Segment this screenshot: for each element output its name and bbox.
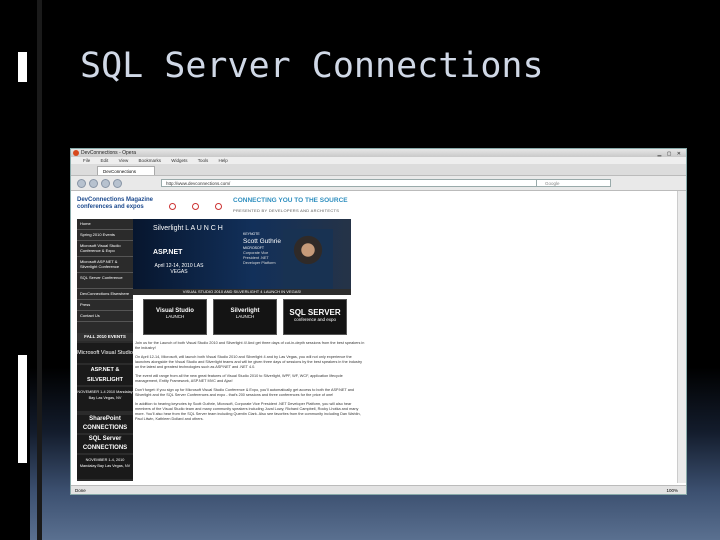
site-logo[interactable]: DevConnections Magazine conferences and …	[77, 197, 167, 211]
hero-caption: VISUAL STUDIO 2010 AND SILVERLIGHT 4 LAU…	[133, 289, 351, 295]
aspnet-panel[interactable]: ASP.NET & SILVERLIGHT	[77, 365, 133, 385]
site-tagline: CONNECTING YOU TO THE SOURCE	[233, 197, 348, 204]
fall-events-heading: FALL 2010 EVENTS	[77, 333, 133, 341]
forward-icon[interactable]	[89, 179, 98, 188]
browser-statusbar: Done 100%	[71, 485, 686, 494]
hero-speaker-block: KEYNOTE Scott Guthrie MICROSOFT	[243, 231, 281, 252]
side-accent-bar	[18, 355, 27, 463]
opera-icon	[73, 150, 79, 156]
back-icon[interactable]	[77, 179, 86, 188]
nav-sql-conference[interactable]: SQL Server Conference	[77, 273, 133, 289]
logo-silverlight[interactable]: Silverlight LAUNCH	[213, 299, 277, 335]
article-paragraph: In addition to hearing keynotes by Scott…	[135, 402, 361, 421]
page-content: DevConnections Magazine conferences and …	[71, 191, 686, 483]
menu-edit[interactable]: Edit	[101, 158, 109, 163]
nav-home[interactable]: Home	[77, 219, 133, 230]
logo-sql-server[interactable]: SQL SERVER conference and expo	[283, 299, 347, 335]
vertical-scrollbar[interactable]	[677, 191, 686, 483]
event-logos: Visual Studio LAUNCH Silverlight LAUNCH SQ…	[143, 299, 347, 335]
article-body: Join us for the Launch of both Visual St…	[135, 341, 365, 426]
menu-view[interactable]: View	[119, 158, 129, 163]
hero-speaker-label: KEYNOTE	[243, 232, 260, 236]
speaker-photo	[283, 229, 333, 289]
nav-vs-conference[interactable]: Microsoft Visual Studio Conference & Exp…	[77, 241, 133, 257]
sql-date: NOVEMBER 1-4, 2010 Mandalay Bay Las Vega…	[77, 455, 133, 479]
hero-product-aspnet: ASP.NET	[153, 249, 183, 256]
site-subtagline: PRESENTED BY DEVELOPERS AND ARCHITECTS	[233, 208, 340, 213]
hero-date: April 12-14, 2010 LAS VEGAS	[154, 263, 204, 275]
menu-file[interactable]: File	[83, 158, 90, 163]
reload-icon[interactable]	[101, 179, 110, 188]
status-text: Done	[75, 488, 86, 493]
browser-window-title: DevConnections - Opera	[81, 150, 137, 156]
left-navigation: Home Spring 2010 Events Microsoft Visual…	[77, 219, 133, 481]
browser-tabbar: DevConnections	[71, 164, 686, 176]
search-field[interactable]: Google	[536, 179, 611, 187]
sharepoint-panel[interactable]: SharePoint CONNECTIONS	[77, 415, 133, 433]
slide-title: SQL Server Connections	[80, 46, 544, 86]
home-icon[interactable]	[113, 179, 122, 188]
address-bar[interactable]: http://www.devconnections.com/	[161, 179, 601, 187]
browser-toolbar: http://www.devconnections.com/ Google	[71, 176, 686, 191]
menu-help[interactable]: Help	[219, 158, 228, 163]
hero-speaker: Scott Guthrie	[243, 238, 281, 245]
article-paragraph: Join us for the Launch of both Visual St…	[135, 341, 365, 350]
aspnet-date: NOVEMBER 1-4 2010 Mandalay Bay Las Vegas…	[77, 387, 133, 411]
header-dots	[169, 197, 238, 215]
slide-stripe	[37, 0, 42, 540]
zoom-level[interactable]: 100%	[666, 486, 678, 494]
menu-widgets[interactable]: Widgets	[171, 158, 187, 163]
menu-tools[interactable]: Tools	[198, 158, 209, 163]
hero-speaker-title: Corporate Vice President .NET Developer …	[243, 251, 276, 265]
menu-bookmarks[interactable]: Bookmarks	[139, 158, 162, 163]
nav-elsewhere[interactable]: DevConnections Elsewhere	[77, 289, 133, 300]
window-controls[interactable]: ▁ ▢ ✕	[657, 150, 683, 158]
nav-spring-events[interactable]: Spring 2010 Events	[77, 230, 133, 241]
browser-menubar: File Edit View Bookmarks Widgets Tools H…	[71, 157, 686, 164]
article-paragraph: The event will range from all the new gr…	[135, 374, 343, 383]
tab-devconnections[interactable]: DevConnections	[97, 166, 155, 175]
hero-banner[interactable]: Silverlight L A U N C H ASP.NET April 12…	[133, 219, 351, 289]
article-paragraph: On April 12-14, Microsoft, will launch b…	[135, 355, 363, 369]
logo-visual-studio[interactable]: Visual Studio LAUNCH	[143, 299, 207, 335]
browser-titlebar: DevConnections - Opera ▁ ▢ ✕	[71, 149, 686, 157]
sqlserver-panel[interactable]: SQL Server CONNECTIONS	[77, 435, 133, 453]
title-accent-bar	[18, 52, 27, 82]
hero-product: Silverlight L A U N C H	[153, 225, 223, 232]
browser-window: DevConnections - Opera ▁ ▢ ✕ File Edit V…	[70, 148, 687, 495]
nav-press[interactable]: Press	[77, 300, 133, 311]
nav-contact[interactable]: Contact Us	[77, 311, 133, 322]
vs-panel[interactable]: Microsoft Visual Studio	[77, 343, 133, 363]
site-header: DevConnections Magazine conferences and …	[77, 195, 377, 217]
nav-aspnet-conference[interactable]: Microsoft ASP.NET & Silverlight Conferen…	[77, 257, 133, 273]
article-paragraph: Don't forget: if you sign up for Microso…	[135, 388, 355, 397]
